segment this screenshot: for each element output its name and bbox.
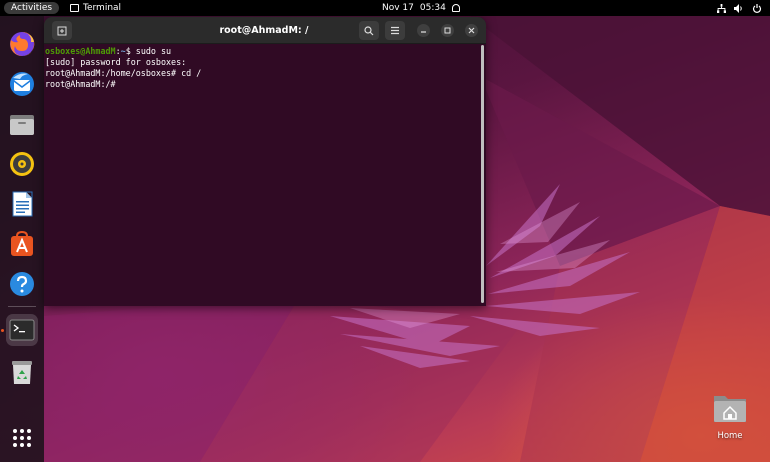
- terminal-window[interactable]: root@AhmadM: / osboxes@AhmadM:~$ sudo su…: [44, 17, 486, 306]
- hamburger-menu-icon: [391, 26, 399, 35]
- terminal-output[interactable]: osboxes@AhmadM:~$ sudo su [sudo] password…: [44, 45, 480, 306]
- terminal-title: root@AhmadM: /: [219, 25, 309, 36]
- dock-item-help[interactable]: [6, 268, 38, 300]
- help-icon: [10, 272, 34, 296]
- dock-item-libreoffice-writer[interactable]: [6, 188, 38, 220]
- clock-time: 05:34: [419, 3, 446, 13]
- app-grid-icon: [13, 429, 31, 447]
- maximize-button[interactable]: [441, 24, 454, 37]
- terminal-header-bar[interactable]: root@AhmadM: /: [44, 17, 486, 44]
- dock-item-trash[interactable]: [6, 356, 38, 388]
- search-icon: [364, 25, 374, 35]
- menu-button[interactable]: [385, 21, 405, 40]
- network-icon: [717, 3, 726, 13]
- dock-item-thunderbird[interactable]: [6, 68, 38, 100]
- home-folder-label: Home: [717, 431, 743, 441]
- close-icon: [468, 27, 475, 34]
- prompt-user-host: osboxes@AhmadM: [45, 46, 116, 56]
- firefox-icon: [10, 31, 35, 56]
- app-menu[interactable]: Terminal: [70, 0, 121, 16]
- terminal-small-icon: [70, 4, 79, 12]
- running-indicator: [1, 329, 4, 332]
- dock: [0, 16, 44, 462]
- search-button[interactable]: [359, 21, 379, 40]
- dock-item-terminal[interactable]: [6, 314, 38, 346]
- terminal-line: root@AhmadM:/home/osboxes# cd /: [45, 68, 202, 78]
- dock-item-firefox[interactable]: [6, 28, 38, 60]
- ubuntu-software-icon: [11, 230, 33, 256]
- command-text: $ sudo su: [125, 46, 172, 56]
- terminal-scrollbar[interactable]: [481, 45, 484, 303]
- home-folder-icon: [714, 396, 746, 422]
- close-button[interactable]: [465, 24, 478, 37]
- dock-item-files[interactable]: [6, 108, 38, 140]
- notification-bell-icon: [451, 4, 460, 12]
- thunderbird-icon: [10, 72, 34, 96]
- desktop-home-folder[interactable]: Home: [708, 392, 752, 444]
- terminal-line: [sudo] password for osboxes:: [45, 57, 187, 67]
- dock-item-ubuntu-software[interactable]: [6, 228, 38, 260]
- new-tab-icon: [57, 26, 67, 35]
- dock-item-rhythmbox[interactable]: [6, 148, 38, 180]
- terminal-line: root@AhmadM:/#: [45, 79, 116, 89]
- system-tray[interactable]: [717, 0, 762, 16]
- clock[interactable]: Nov 17 05:34: [382, 0, 460, 16]
- show-applications-button[interactable]: [6, 422, 38, 454]
- minimize-button[interactable]: [417, 24, 430, 37]
- clock-date: Nov 17: [382, 3, 414, 13]
- power-icon: [752, 3, 762, 13]
- new-tab-button[interactable]: [52, 21, 72, 40]
- maximize-icon: [444, 27, 451, 34]
- volume-icon: [734, 3, 742, 13]
- files-icon: [10, 115, 34, 135]
- terminal-line: osboxes@AhmadM:~$ sudo su: [45, 46, 480, 57]
- libreoffice-writer-icon: [12, 191, 33, 217]
- activities-button[interactable]: Activities: [4, 2, 60, 14]
- terminal-icon: [9, 319, 35, 341]
- top-bar: Activities Terminal Nov 17 05:34: [0, 0, 770, 16]
- dock-separator: [8, 306, 36, 307]
- rhythmbox-icon: [10, 152, 34, 176]
- app-menu-label: Terminal: [83, 3, 122, 13]
- trash-icon: [12, 361, 32, 384]
- minimize-icon: [421, 31, 426, 33]
